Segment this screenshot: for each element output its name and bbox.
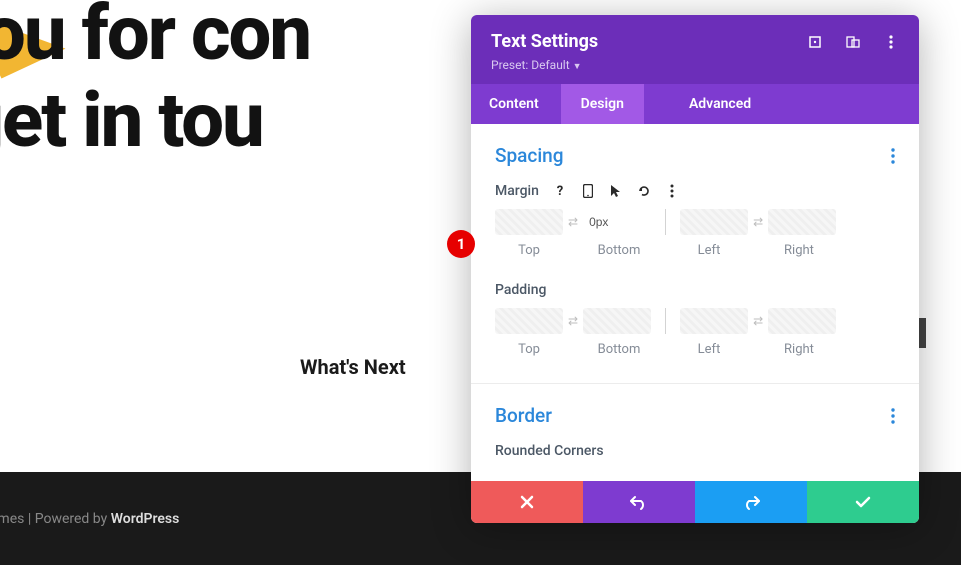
left-label: Left: [675, 342, 743, 357]
left-label: Left: [675, 243, 743, 258]
margin-right-input[interactable]: [768, 209, 836, 235]
margin-label: Margin: [495, 183, 539, 199]
margin-left-input[interactable]: [680, 209, 748, 235]
rounded-corners-label: Rounded Corners: [495, 443, 604, 459]
heading-line-1: nk you for con: [0, 0, 310, 78]
padding-top-input[interactable]: [495, 308, 563, 334]
border-section: Border Rounded Corners: [471, 384, 919, 481]
spacing-menu-icon[interactable]: [891, 148, 895, 164]
tab-content[interactable]: Content: [471, 84, 561, 124]
expand-icon[interactable]: [807, 34, 823, 50]
help-icon[interactable]: ?: [553, 184, 567, 198]
margin-more-icon[interactable]: [665, 184, 679, 198]
responsive-icon[interactable]: [845, 34, 861, 50]
divider: [665, 308, 666, 334]
link-icon[interactable]: ⇄: [751, 314, 765, 328]
link-icon[interactable]: ⇄: [566, 215, 580, 229]
whats-next-heading: What's Next: [300, 355, 406, 379]
tab-design[interactable]: Design: [561, 84, 644, 124]
cancel-button[interactable]: [471, 481, 583, 523]
chevron-down-icon: ▼: [573, 62, 582, 72]
redo-button[interactable]: [695, 481, 807, 523]
panel-title: Text Settings: [491, 31, 598, 52]
margin-top-input[interactable]: [495, 209, 563, 235]
hover-icon[interactable]: [609, 184, 623, 198]
bottom-label: Bottom: [585, 243, 653, 258]
panel-tabs: Content Design Advanced: [471, 84, 919, 124]
margin-bottom-input[interactable]: [583, 209, 651, 235]
divider: [665, 209, 666, 235]
spacing-title[interactable]: Spacing: [495, 144, 564, 167]
text-settings-panel: Text Settings Preset: Default▼ Content D…: [471, 15, 919, 523]
right-label: Right: [765, 243, 833, 258]
link-icon[interactable]: ⇄: [566, 314, 580, 328]
padding-left-input[interactable]: [680, 308, 748, 334]
tablet-icon[interactable]: [581, 184, 595, 198]
border-title[interactable]: Border: [495, 404, 552, 427]
heading-line-2: 'e'll get in tou: [0, 75, 263, 165]
link-icon[interactable]: ⇄: [751, 215, 765, 229]
top-label: Top: [495, 342, 563, 357]
panel-header: Text Settings Preset: Default▼: [471, 15, 919, 84]
top-label: Top: [495, 243, 563, 258]
annotation-badge-1: 1: [447, 230, 475, 258]
right-label: Right: [765, 342, 833, 357]
reset-icon[interactable]: [637, 184, 651, 198]
panel-footer: [471, 481, 919, 523]
padding-label: Padding: [495, 282, 546, 298]
save-button[interactable]: [807, 481, 919, 523]
preset-selector[interactable]: Preset: Default▼: [491, 58, 899, 72]
spacing-section: Spacing Margin ?: [471, 124, 919, 384]
more-icon[interactable]: [883, 34, 899, 50]
padding-right-input[interactable]: [768, 308, 836, 334]
padding-bottom-input[interactable]: [583, 308, 651, 334]
undo-button[interactable]: [583, 481, 695, 523]
edge-sliver-decor: [919, 318, 926, 348]
panel-body[interactable]: Spacing Margin ?: [471, 124, 919, 481]
tab-advanced[interactable]: Advanced: [644, 84, 773, 124]
bottom-label: Bottom: [585, 342, 653, 357]
footer-text: emes | Powered by WordPress: [0, 511, 179, 527]
border-menu-icon[interactable]: [891, 408, 895, 424]
page-heading: nk you for con 'e'll get in tou: [0, 0, 310, 165]
